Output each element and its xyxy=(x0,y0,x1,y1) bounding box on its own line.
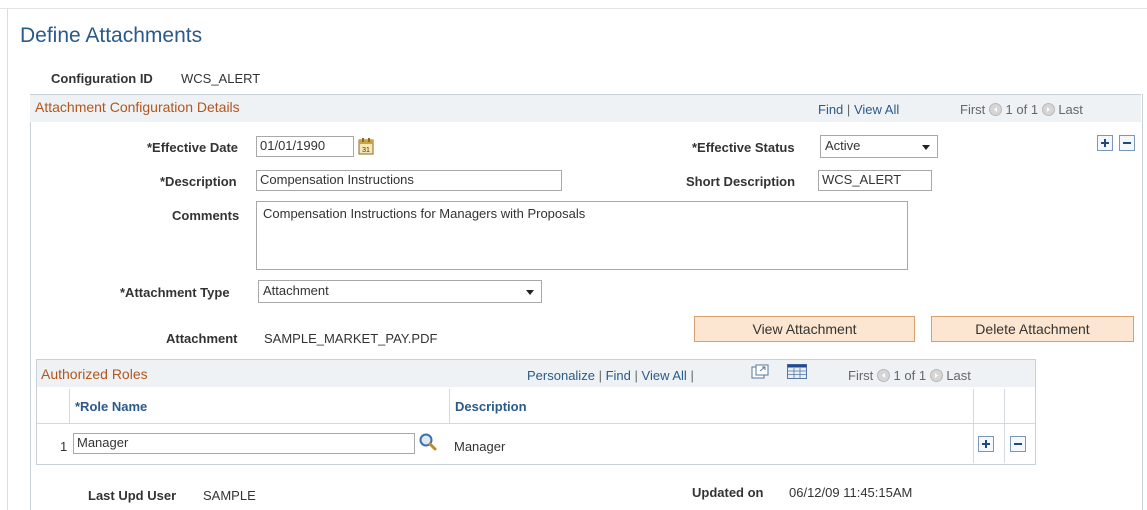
row-number: 1 xyxy=(60,439,68,454)
last-label: Last xyxy=(1058,102,1083,117)
role-description: Manager xyxy=(454,439,506,454)
attachment-label: Attachment xyxy=(166,331,238,346)
roles-grid-title: Authorized Roles xyxy=(41,366,148,382)
minus-icon xyxy=(1123,142,1131,144)
attachment-type-label: *Attachment Type xyxy=(120,285,230,300)
chevron-down-icon xyxy=(922,145,930,150)
view-attachment-button[interactable]: View Attachment xyxy=(694,316,915,342)
find-link[interactable]: Find xyxy=(818,102,843,117)
find-link[interactable]: Find xyxy=(606,368,631,383)
first-label: First xyxy=(960,102,986,117)
page-left-border xyxy=(7,8,8,510)
prev-arrow-icon[interactable] xyxy=(876,369,890,382)
magnifier-icon[interactable] xyxy=(418,432,438,455)
column-divider xyxy=(449,389,450,423)
effective-status-label: *Effective Status xyxy=(692,140,795,155)
config-id-value: WCS_ALERT xyxy=(181,71,261,86)
range-label: 1 of 1 xyxy=(1005,102,1039,117)
plus-icon xyxy=(982,440,990,448)
chevron-down-icon xyxy=(526,290,534,295)
section-pager: First 1 of 1 Last xyxy=(960,102,1083,117)
delete-role-row-button[interactable] xyxy=(1010,436,1026,452)
page-title: Define Attachments xyxy=(20,24,203,47)
description-column-header[interactable]: Description xyxy=(455,399,527,414)
next-arrow-icon[interactable] xyxy=(929,369,943,382)
attachment-filename: SAMPLE_MARKET_PAY.PDF xyxy=(264,331,438,346)
add-row-button[interactable] xyxy=(1097,135,1113,151)
short-description-input[interactable]: WCS_ALERT xyxy=(818,170,932,191)
role-name-column-header[interactable]: *Role Name xyxy=(75,399,147,414)
roles-grid-pager: First 1 of 1 Last xyxy=(848,368,971,383)
column-divider xyxy=(69,389,70,423)
next-arrow-icon[interactable] xyxy=(1041,103,1055,116)
comments-label: Comments xyxy=(172,208,240,223)
comments-textarea[interactable]: Compensation Instructions for Managers w… xyxy=(256,201,908,270)
view-all-link[interactable]: View All xyxy=(642,368,687,383)
column-divider xyxy=(1004,389,1005,463)
section-nav: Find | View All xyxy=(818,102,899,117)
zoom-grid-icon[interactable] xyxy=(751,364,769,383)
last-label: Last xyxy=(946,368,971,383)
nav-separator: | xyxy=(690,368,694,383)
prev-arrow-icon[interactable] xyxy=(988,103,1002,116)
description-label: *Description xyxy=(160,174,237,189)
add-role-row-button[interactable] xyxy=(978,436,994,452)
first-label: First xyxy=(848,368,874,383)
section-title: Attachment Configuration Details xyxy=(35,99,240,115)
nav-separator: | xyxy=(634,368,638,383)
minus-icon xyxy=(1014,443,1022,445)
description-input[interactable]: Compensation Instructions xyxy=(256,170,562,191)
short-description-label: Short Description xyxy=(686,174,796,189)
personalize-link[interactable]: Personalize xyxy=(527,368,595,383)
svg-text:31: 31 xyxy=(362,147,370,154)
calendar-icon[interactable]: 31 xyxy=(358,137,374,158)
page-top-border xyxy=(0,8,1147,9)
roles-grid-nav: Personalize | Find | View All | xyxy=(527,368,694,383)
role-name-input[interactable]: Manager xyxy=(73,433,415,454)
effective-date-input[interactable]: 01/01/1990 xyxy=(256,136,354,157)
attachment-type-select[interactable]: Attachment xyxy=(258,280,542,303)
roles-grid-column-headers xyxy=(37,389,1035,424)
config-id-label: Configuration ID xyxy=(51,71,153,86)
delete-row-button[interactable] xyxy=(1119,135,1135,151)
nav-separator: | xyxy=(598,368,602,383)
effective-date-label: *Effective Date xyxy=(147,140,239,155)
updated-on-value: 06/12/09 11:45:15AM xyxy=(789,485,913,500)
effective-status-select[interactable]: Active xyxy=(820,135,938,158)
last-update-user-label: Last Upd User xyxy=(88,488,177,503)
effective-status-value: Active xyxy=(825,138,861,153)
updated-on-label: Updated on xyxy=(692,485,764,500)
attachment-type-value: Attachment xyxy=(263,283,329,298)
column-divider xyxy=(973,389,974,463)
view-all-link[interactable]: View All xyxy=(854,102,899,117)
last-update-user-value: SAMPLE xyxy=(203,488,256,503)
plus-icon xyxy=(1101,139,1109,147)
delete-attachment-button[interactable]: Delete Attachment xyxy=(931,316,1134,342)
download-grid-icon[interactable] xyxy=(787,364,807,382)
range-label: 1 of 1 xyxy=(893,368,927,383)
nav-separator: | xyxy=(846,102,851,117)
